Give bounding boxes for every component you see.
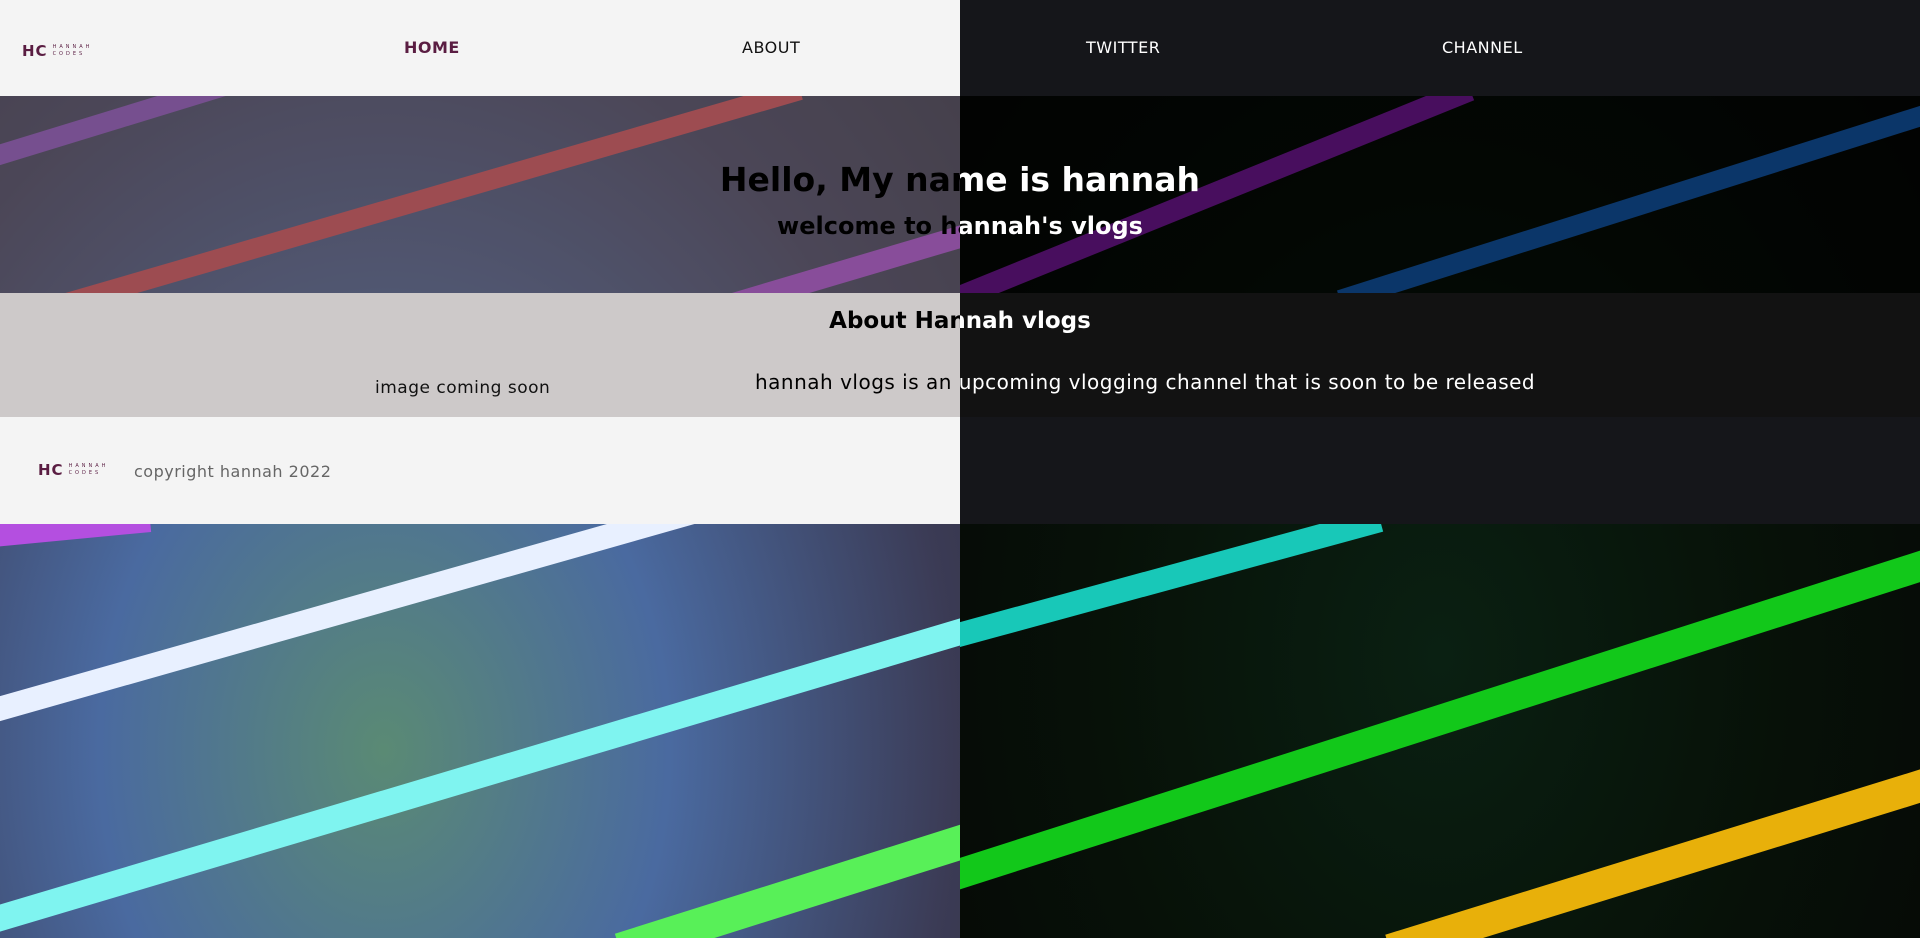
logo-wordmark: HANNAH CODES — [53, 45, 93, 57]
hero-title-dark: Hello, My name is hannah — [719, 160, 960, 199]
footer-logo-mark: HC — [38, 461, 64, 479]
footer-logo-line-2: CODES — [68, 470, 102, 476]
nav-home-link[interactable]: HOME — [404, 38, 460, 57]
footer-logo-wordmark: HANNAH CODES — [69, 464, 109, 476]
nav-twitter-link[interactable]: TWITTER — [1086, 38, 1160, 57]
header-logo[interactable]: HC HANNAH CODES — [22, 42, 92, 60]
hero-title: Hello, My name is hannah Hello, My name … — [0, 160, 1920, 220]
hero-subtitle-light: welcome to hannah's vlogs — [960, 212, 1143, 240]
navbar-light-half — [0, 0, 960, 96]
footer-dark-half — [960, 417, 1920, 524]
footer-logo-line-1: HANNAH — [68, 463, 109, 469]
about-heading-dark: About Hannah vlogs — [829, 308, 960, 334]
logo-line-1: HANNAH — [52, 44, 93, 50]
hero-subtitle: welcome to hannah's vlogs welcome to han… — [0, 212, 1920, 272]
top-navbar — [0, 0, 1920, 96]
nav-channel-link[interactable]: CHANNEL — [1442, 38, 1523, 57]
logo-line-2: CODES — [52, 51, 86, 57]
hero-title-light: Hello, My name is hannah — [960, 160, 1201, 199]
nav-about-link[interactable]: ABOUT — [742, 38, 800, 57]
about-heading: About Hannah vlogs About Hannah vlogs — [0, 308, 1920, 368]
about-description-dark: hannah vlogs is an upcoming vlogging cha… — [755, 370, 960, 394]
logo-mark: HC — [22, 42, 48, 60]
hero-subtitle-dark: welcome to hannah's vlogs — [777, 212, 960, 240]
copyright-text: copyright hannah 2022 — [134, 462, 332, 481]
about-description-light: hannah vlogs is an upcoming vlogging cha… — [960, 370, 1536, 394]
footer-logo[interactable]: HC HANNAH CODES — [38, 461, 108, 479]
about-heading-light: About Hannah vlogs — [960, 308, 1091, 334]
